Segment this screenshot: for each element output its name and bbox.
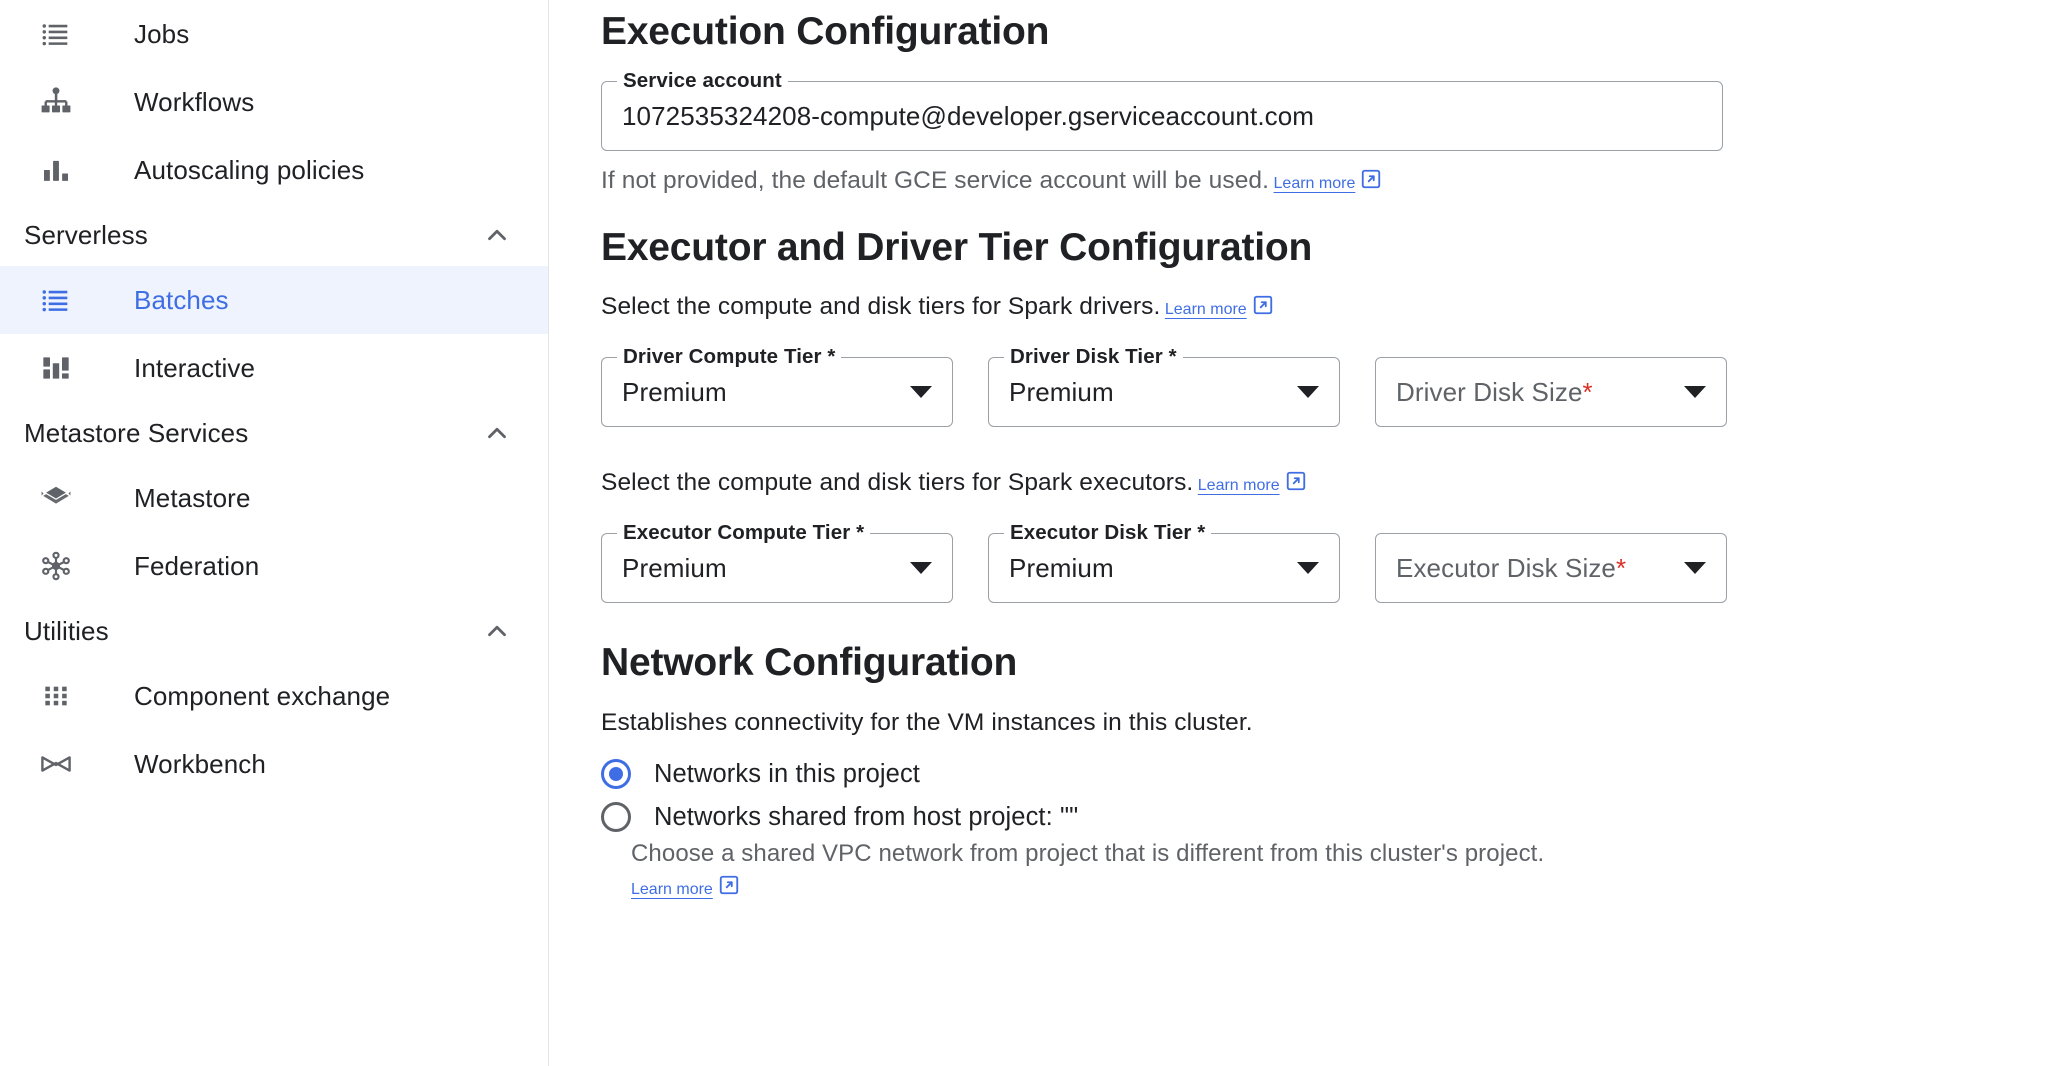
sidebar-item-metastore[interactable]: Metastore xyxy=(0,464,548,532)
sidebar-section-label: Utilities xyxy=(24,615,109,646)
executor-disk-tier-value: Premium xyxy=(1009,552,1114,583)
sidebar-section-label: Metastore Services xyxy=(24,417,249,448)
chevron-down-icon[interactable] xyxy=(910,562,932,574)
executor-compute-tier-label: Executor Compute Tier * xyxy=(617,521,871,545)
sidebar-section-serverless[interactable]: Serverless xyxy=(0,204,548,266)
driver-disk-tier-select[interactable]: Driver Disk Tier * Premium xyxy=(988,345,1340,427)
radio-button-icon[interactable] xyxy=(601,802,631,832)
driver-disk-tier-value: Premium xyxy=(1009,376,1114,407)
learn-more-label: Learn more xyxy=(1164,301,1247,318)
radio-button-icon[interactable] xyxy=(601,759,631,789)
radio-networks-in-this-project[interactable]: Networks in this project xyxy=(601,759,2008,789)
radio-networks-shared-from-host-project[interactable]: Networks shared from host project: "" Ch… xyxy=(601,802,2008,901)
chevron-up-icon[interactable] xyxy=(482,220,512,250)
sidebar-item-workbench[interactable]: Workbench xyxy=(0,730,548,798)
sidebar-item-label: Metastore xyxy=(134,482,251,513)
layers-icon xyxy=(34,476,78,520)
executor-tier-description: Select the compute and disk tiers for Sp… xyxy=(601,469,1194,496)
sidebar-item-component-exchange[interactable]: Component exchange xyxy=(0,662,548,730)
sidebar-item-label: Autoscaling policies xyxy=(134,154,365,185)
external-link-icon xyxy=(1285,470,1307,497)
chevron-up-icon[interactable] xyxy=(482,616,512,646)
sidebar-item-autoscaling-policies[interactable]: Autoscaling policies xyxy=(0,136,548,204)
driver-disk-size-select[interactable]: Driver Disk Size* xyxy=(1375,357,1727,427)
executor-compute-tier-value: Premium xyxy=(622,552,727,583)
sidebar-item-label: Batches xyxy=(134,284,229,315)
learn-more-label: Learn more xyxy=(1197,477,1280,494)
sidebar-item-label: Federation xyxy=(134,550,260,581)
shared-vpc-learn-more-link[interactable]: Learn more xyxy=(631,875,740,898)
required-asterisk: * xyxy=(1582,376,1593,407)
executor-compute-tier-select[interactable]: Executor Compute Tier * Premium xyxy=(601,521,953,603)
executor-disk-tier-select[interactable]: Executor Disk Tier * Premium xyxy=(988,521,1340,603)
radio-label: Networks in this project xyxy=(654,760,920,788)
network-description: Establishes connectivity for the VM inst… xyxy=(601,709,1253,736)
dataproc-console-page: Jobs Workflows Autoscaling policies Serv… xyxy=(0,0,2048,1066)
main-content: Execution Configuration Service account … xyxy=(549,0,2048,1066)
chevron-up-icon[interactable] xyxy=(482,418,512,448)
driver-disk-tier-label: Driver Disk Tier * xyxy=(1004,345,1183,369)
executor-driver-tier-title: Executor and Driver Tier Configuration xyxy=(601,226,1313,269)
sidebar-item-jobs[interactable]: Jobs xyxy=(0,0,548,68)
service-account-hint: If not provided, the default GCE service… xyxy=(601,167,1270,194)
list-icon xyxy=(34,278,78,322)
shared-vpc-note: Choose a shared VPC network from project… xyxy=(631,840,1545,867)
learn-more-label: Learn more xyxy=(631,881,713,898)
chevron-down-icon[interactable] xyxy=(1684,562,1706,574)
chevron-down-icon[interactable] xyxy=(1297,386,1319,398)
chevron-down-icon[interactable] xyxy=(1684,386,1706,398)
sidebar-section-utilities[interactable]: Utilities xyxy=(0,600,548,662)
executor-disk-size-placeholder: Executor Disk Size* xyxy=(1396,552,1627,583)
chevron-down-icon[interactable] xyxy=(1297,562,1319,574)
executor-disk-size-select[interactable]: Executor Disk Size* xyxy=(1375,533,1727,603)
grid-dots-icon xyxy=(34,674,78,718)
network-configuration-title: Network Configuration xyxy=(601,641,1018,684)
hub-network-icon xyxy=(34,544,78,588)
service-account-value: 1072535324208-compute@developer.gservice… xyxy=(622,100,1315,131)
workflow-hierarchy-icon xyxy=(34,80,78,124)
sidebar-item-label: Interactive xyxy=(134,352,256,383)
sidebar-item-federation[interactable]: Federation xyxy=(0,532,548,600)
dashboard-blocks-icon xyxy=(34,346,78,390)
sidebar-section-metastore-services[interactable]: Metastore Services xyxy=(0,402,548,464)
workbench-icon xyxy=(34,742,78,786)
radio-label: Networks shared from host project: "" xyxy=(654,803,1079,831)
required-asterisk: * xyxy=(1615,552,1627,583)
chevron-down-icon[interactable] xyxy=(910,386,932,398)
execution-configuration-title: Execution Configuration xyxy=(601,10,1050,53)
service-account-field[interactable]: Service account 1072535324208-compute@de… xyxy=(601,69,1723,151)
executor-tier-learn-more-link[interactable]: Learn more xyxy=(1197,471,1307,494)
sidebar-item-label: Workbench xyxy=(134,748,266,779)
driver-disk-size-placeholder: Driver Disk Size* xyxy=(1396,376,1593,407)
executor-disk-tier-label: Executor Disk Tier * xyxy=(1004,521,1212,545)
external-link-icon xyxy=(1252,294,1274,321)
driver-tier-learn-more-link[interactable]: Learn more xyxy=(1164,295,1274,318)
driver-compute-tier-select[interactable]: Driver Compute Tier * Premium xyxy=(601,345,953,427)
driver-tier-description: Select the compute and disk tiers for Sp… xyxy=(601,293,1161,320)
bar-chart-icon xyxy=(34,148,78,192)
sidebar-item-interactive[interactable]: Interactive xyxy=(0,334,548,402)
sidebar-section-label: Serverless xyxy=(24,219,148,250)
external-link-icon xyxy=(1360,168,1382,195)
external-link-icon xyxy=(718,874,740,901)
sidebar-item-batches[interactable]: Batches xyxy=(0,266,548,334)
driver-compute-tier-label: Driver Compute Tier * xyxy=(617,345,842,369)
learn-more-label: Learn more xyxy=(1273,175,1356,192)
sidebar-item-label: Jobs xyxy=(134,18,190,49)
sidebar-item-label: Workflows xyxy=(134,86,255,117)
service-account-learn-more-link[interactable]: Learn more xyxy=(1273,169,1383,192)
list-icon xyxy=(34,12,78,56)
service-account-label: Service account xyxy=(617,69,788,93)
left-navigation-sidebar: Jobs Workflows Autoscaling policies Serv… xyxy=(0,0,549,1066)
sidebar-item-label: Component exchange xyxy=(134,680,391,711)
sidebar-item-workflows[interactable]: Workflows xyxy=(0,68,548,136)
driver-compute-tier-value: Premium xyxy=(622,376,727,407)
